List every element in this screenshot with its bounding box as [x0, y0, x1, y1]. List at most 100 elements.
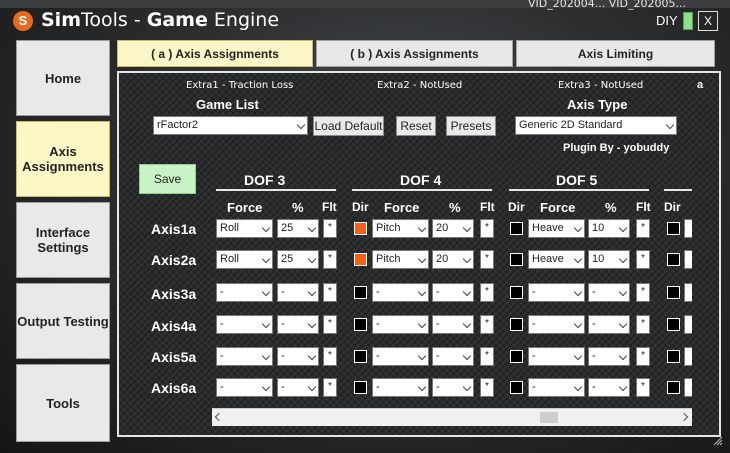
filter-button[interactable]: * [636, 283, 650, 302]
close-button[interactable]: X [698, 11, 718, 31]
force-select[interactable] [684, 315, 692, 334]
filter-button[interactable]: * [480, 250, 494, 269]
scroll-right-icon[interactable] [679, 412, 689, 422]
filter-button[interactable]: * [636, 347, 650, 366]
dir-checkbox[interactable] [354, 222, 367, 235]
dir-checkbox[interactable] [667, 381, 680, 394]
resize-grip-icon[interactable] [713, 436, 723, 446]
dir-checkbox[interactable] [667, 222, 680, 235]
filter-button[interactable]: * [636, 219, 650, 238]
filter-button[interactable]: * [636, 378, 650, 397]
filter-button[interactable]: * [323, 347, 337, 366]
tab-axis-limiting[interactable]: Axis Limiting [516, 40, 715, 67]
percent-select[interactable]: 20 [432, 219, 474, 238]
force-select[interactable] [684, 250, 692, 269]
force-select[interactable]: Pitch [372, 250, 429, 269]
force-select[interactable]: Roll [216, 219, 273, 238]
dir-checkbox[interactable] [510, 350, 523, 363]
sidebar-item-output-testing[interactable]: Output Testing [16, 283, 110, 359]
scrollbar-thumb[interactable] [540, 412, 558, 423]
dir-checkbox[interactable] [510, 222, 523, 235]
percent-select[interactable]: 25 [277, 219, 319, 238]
save-button[interactable]: Save [139, 164, 196, 194]
force-select[interactable]: - [528, 283, 585, 302]
force-select[interactable]: - [372, 347, 429, 366]
dir-checkbox[interactable] [354, 318, 367, 331]
force-select[interactable]: - [528, 315, 585, 334]
filter-button[interactable]: * [323, 219, 337, 238]
force-select[interactable]: - [216, 315, 273, 334]
force-select[interactable] [684, 378, 692, 397]
percent-select[interactable]: - [432, 378, 474, 397]
percent-select[interactable]: 10 [588, 219, 630, 238]
dir-checkbox[interactable] [667, 350, 680, 363]
force-select[interactable]: - [528, 347, 585, 366]
dir-checkbox[interactable] [354, 286, 367, 299]
dir-checkbox[interactable] [510, 253, 523, 266]
scroll-left-icon[interactable] [214, 412, 224, 422]
force-select[interactable]: - [372, 283, 429, 302]
filter-button[interactable]: * [323, 283, 337, 302]
filter-button[interactable]: * [480, 219, 494, 238]
filter-button[interactable]: * [636, 315, 650, 334]
force-select[interactable]: Roll [216, 250, 273, 269]
chevron-down-icon [665, 120, 675, 130]
force-select[interactable] [684, 219, 692, 238]
percent-select[interactable]: - [277, 315, 319, 334]
percent-select[interactable]: - [588, 347, 630, 366]
force-select[interactable]: - [216, 378, 273, 397]
force-select[interactable]: Pitch [372, 219, 429, 238]
game-list-select[interactable]: rFactor2 [153, 116, 308, 135]
force-select[interactable] [684, 283, 692, 302]
sidebar-item-axis-assignments[interactable]: Axis Assignments [16, 121, 110, 197]
dir-checkbox[interactable] [510, 381, 523, 394]
percent-select[interactable]: - [588, 315, 630, 334]
force-select[interactable]: - [372, 378, 429, 397]
presets-button[interactable]: Presets [446, 116, 496, 136]
tab-axis-assignments-a[interactable]: ( a ) Axis Assignments [117, 40, 313, 67]
dir-checkbox[interactable] [510, 318, 523, 331]
percent-select[interactable]: - [277, 378, 319, 397]
filter-button[interactable]: * [480, 315, 494, 334]
axis-type-select[interactable]: Generic 2D Standard [515, 116, 677, 135]
filter-button[interactable]: * [480, 378, 494, 397]
percent-select[interactable]: 10 [588, 250, 630, 269]
horizontal-scrollbar[interactable] [212, 408, 692, 426]
force-select[interactable]: - [216, 347, 273, 366]
dir-checkbox[interactable] [354, 350, 367, 363]
percent-select[interactable]: - [588, 283, 630, 302]
percent-select[interactable]: - [432, 347, 474, 366]
filter-button[interactable]: * [480, 347, 494, 366]
filter-button[interactable]: * [323, 315, 337, 334]
force-select[interactable]: - [528, 378, 585, 397]
tab-axis-assignments-b[interactable]: ( b ) Axis Assignments [316, 40, 513, 67]
dir-checkbox[interactable] [354, 253, 367, 266]
dir-checkbox[interactable] [667, 286, 680, 299]
percent-select[interactable]: 25 [277, 250, 319, 269]
sidebar-item-interface-settings[interactable]: Interface Settings [16, 202, 110, 278]
percent-select[interactable]: - [588, 378, 630, 397]
percent-select[interactable]: - [277, 347, 319, 366]
dir-checkbox[interactable] [510, 286, 523, 299]
filter-button[interactable]: * [323, 250, 337, 269]
dir-checkbox[interactable] [667, 253, 680, 266]
reset-button[interactable]: Reset [396, 116, 436, 136]
force-select[interactable]: - [372, 315, 429, 334]
diy-toggle[interactable] [683, 12, 693, 30]
force-select[interactable]: Heave [528, 219, 585, 238]
force-select[interactable]: - [216, 283, 273, 302]
load-default-button[interactable]: Load Default [313, 116, 384, 136]
percent-select[interactable]: - [277, 283, 319, 302]
percent-select[interactable]: 20 [432, 250, 474, 269]
sidebar-item-tools[interactable]: Tools [16, 364, 110, 442]
filter-button[interactable]: * [480, 283, 494, 302]
filter-button[interactable]: * [636, 250, 650, 269]
percent-select[interactable]: - [432, 315, 474, 334]
force-select[interactable] [684, 347, 692, 366]
force-select[interactable]: Heave [528, 250, 585, 269]
percent-select[interactable]: - [432, 283, 474, 302]
filter-button[interactable]: * [323, 378, 337, 397]
dir-checkbox[interactable] [354, 381, 367, 394]
dir-checkbox[interactable] [667, 318, 680, 331]
sidebar-item-home[interactable]: Home [16, 40, 110, 116]
